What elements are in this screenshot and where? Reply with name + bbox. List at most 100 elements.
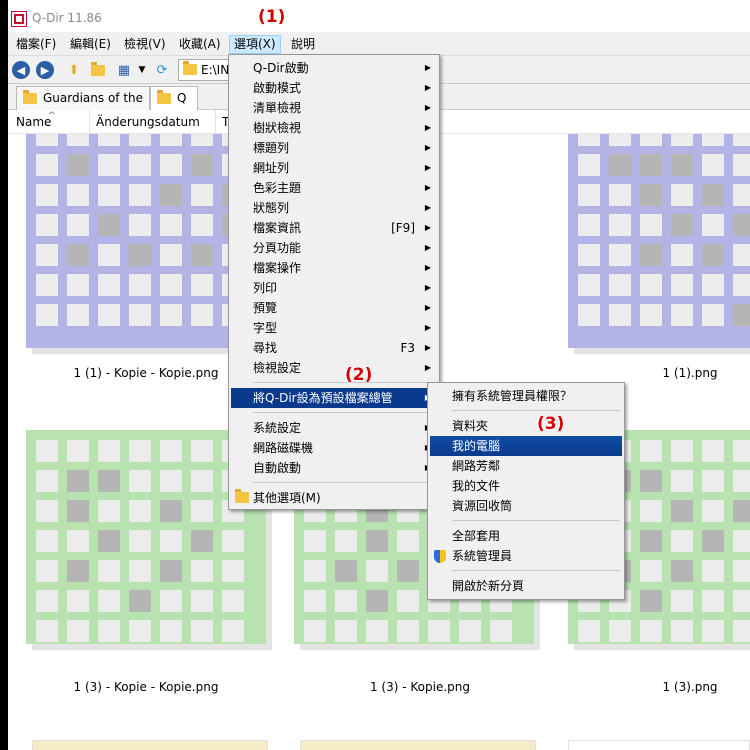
thumbnail-pixel	[191, 134, 213, 146]
options-menu-item[interactable]: 預覽 ▶	[231, 298, 437, 318]
new-folder-icon[interactable]	[88, 60, 108, 80]
submenu-item[interactable]: 開啟於新分頁	[430, 576, 622, 596]
menu-view[interactable]: 檢視(V)	[120, 35, 170, 54]
view-mode-icon[interactable]: ▦	[114, 60, 134, 80]
thumbnail-pixel	[609, 154, 631, 176]
thumbnail-pixel	[578, 244, 600, 266]
submenu-item[interactable]: 我的文件	[430, 476, 622, 496]
thumbnail-pixel	[160, 134, 182, 146]
options-menu-item[interactable]: 色彩主題 ▶	[231, 178, 437, 198]
submenu-item[interactable]: 擁有系統管理員權限？	[430, 386, 622, 406]
thumbnail-pixel	[98, 560, 120, 582]
file-name[interactable]: 1 (1).png	[560, 366, 750, 380]
menu-item-label: 檔案資訊	[253, 221, 302, 235]
menu-favorites[interactable]: 收藏(A)	[175, 35, 225, 54]
up-folder-icon[interactable]: ⬆	[64, 60, 84, 80]
menu-item-label: 網址列	[253, 161, 290, 175]
options-menu-item[interactable]: 清單檢視 ▶	[231, 98, 437, 118]
thumbnail-pixel	[191, 590, 213, 612]
refresh-icon[interactable]: ⟳	[152, 60, 172, 80]
thumbnail-pixel	[366, 530, 388, 552]
submenu-item[interactable]: 全部套用	[430, 526, 622, 546]
file-thumbnail[interactable]	[568, 134, 750, 374]
menu-options[interactable]: 選項(X)	[229, 35, 281, 54]
thumbnail-pixel	[129, 620, 151, 642]
options-menu-item[interactable]: 其他選項(M)	[231, 488, 437, 508]
thumbnail-pixel	[98, 304, 120, 326]
thumbnail-pixel	[129, 590, 151, 612]
thumbnail-pixel	[160, 530, 182, 552]
options-menu-item[interactable]: 網路磁碟機▶	[231, 438, 437, 458]
view-dropdown-icon[interactable]: ▼	[132, 60, 152, 80]
thumbnail-pixel	[98, 590, 120, 612]
options-menu-item[interactable]: 檢視設定 ▶	[231, 358, 437, 378]
options-menu-item[interactable]: 字型 ▶	[231, 318, 437, 338]
menu-edit[interactable]: 編輯(E)	[66, 35, 115, 54]
app-icon	[11, 11, 27, 27]
column-date-label: Änderungsdatum	[96, 115, 200, 129]
thumbnail-pixel	[459, 620, 481, 642]
file-thumbnail-partial[interactable]	[32, 740, 268, 750]
options-menu-item[interactable]: 分頁功能 ▶	[231, 238, 437, 258]
thumbnail-pixel	[67, 560, 89, 582]
forward-icon[interactable]: ▶	[36, 61, 54, 79]
thumbnail-pixel	[222, 560, 244, 582]
file-name[interactable]: 1 (3) - Kopie - Kopie.png	[16, 680, 276, 694]
thumbnail-pixel	[160, 500, 182, 522]
file-name[interactable]: 1 (3).png	[560, 680, 750, 694]
options-menu-item[interactable]: 列印 ▶	[231, 278, 437, 298]
thumbnail-pixel	[671, 530, 693, 552]
options-menu-item[interactable]: 標題列 ▶	[231, 138, 437, 158]
options-menu-item[interactable]: 檔案資訊 [F9] ▶	[231, 218, 437, 238]
thumbnail-pixel	[733, 304, 750, 326]
thumbnail-pixel	[671, 214, 693, 236]
thumbnail-pixel	[67, 530, 89, 552]
thumbnail-pixel	[733, 560, 750, 582]
menu-help[interactable]: 說明	[287, 35, 319, 54]
menu-file[interactable]: 檔案(F)	[12, 35, 60, 54]
menu-item-label: 我的文件	[452, 479, 501, 493]
options-menu-item[interactable]: Q-Dir啟動 ▶	[231, 58, 437, 78]
column-name[interactable]: ^ Name	[10, 110, 90, 134]
thumbnail-pixel	[160, 470, 182, 492]
thumbnail-pixel	[366, 620, 388, 642]
column-date[interactable]: Änderungsdatum	[90, 110, 216, 134]
options-menu-item[interactable]: 將Q-Dir設為預設檔案總管▶	[231, 388, 437, 408]
options-menu-item[interactable]: 網址列 ▶	[231, 158, 437, 178]
file-thumbnail-partial[interactable]	[568, 740, 750, 750]
submenu-item[interactable]: 資源回收筒	[430, 496, 622, 516]
thumbnail-pixel	[640, 244, 662, 266]
thumbnail-pixel	[397, 560, 419, 582]
thumbnail-pixel	[733, 620, 750, 642]
file-name[interactable]: 1 (3) - Kopie.png	[290, 680, 550, 694]
menu-item-label: 自動啟動	[253, 461, 302, 475]
annotation-3: (3)	[537, 414, 565, 434]
options-menu-item[interactable]: 檔案操作 ▶	[231, 258, 437, 278]
back-icon[interactable]: ◀	[12, 61, 30, 79]
thumbnail-pixel	[640, 620, 662, 642]
thumbnail-pixel	[640, 500, 662, 522]
file-thumbnail-partial[interactable]	[300, 740, 536, 750]
tab-q[interactable]: Q	[150, 86, 198, 110]
submenu-arrow-icon: ▶	[424, 283, 431, 292]
options-menu-item[interactable]: 尋找 F3 ▶	[231, 338, 437, 358]
thumbnail-pixel	[671, 560, 693, 582]
thumbnail-pixel	[609, 304, 631, 326]
thumbnail-pixel	[98, 184, 120, 206]
options-menu-item[interactable]: 啟動模式 ▶	[231, 78, 437, 98]
tab-label: Q	[177, 91, 187, 105]
options-menu: Q-Dir啟動 ▶ 啟動模式 ▶ 清單檢視 ▶ 樹狀檢視 ▶ 標題列 ▶ 網址列 ▶ 色彩主題 ▶ 狀態列 ▶…	[228, 54, 440, 510]
submenu-item[interactable]: 我的電腦	[430, 436, 622, 456]
thumbnail-pixel	[129, 440, 151, 462]
submenu-item[interactable]: 資料夾	[430, 416, 622, 436]
tab-guardians[interactable]: Guardians of the ...	[16, 86, 150, 127]
q-dir-window: Q-Dir 11.86 檔案(F) 編輯(E) 檢視(V) 收藏(A) 選項(X…	[8, 0, 750, 750]
submenu-item[interactable]: 網路芳鄰	[430, 456, 622, 476]
thumbnail-pixel	[222, 620, 244, 642]
submenu-item[interactable]: 系統管理員	[430, 546, 622, 566]
options-menu-item[interactable]: 系統設定▶	[231, 418, 437, 438]
options-menu-item[interactable]: 狀態列 ▶	[231, 198, 437, 218]
options-menu-item[interactable]: 自動啟動▶	[231, 458, 437, 478]
thumbnail-pixel	[36, 530, 58, 552]
options-menu-item[interactable]: 樹狀檢視 ▶	[231, 118, 437, 138]
